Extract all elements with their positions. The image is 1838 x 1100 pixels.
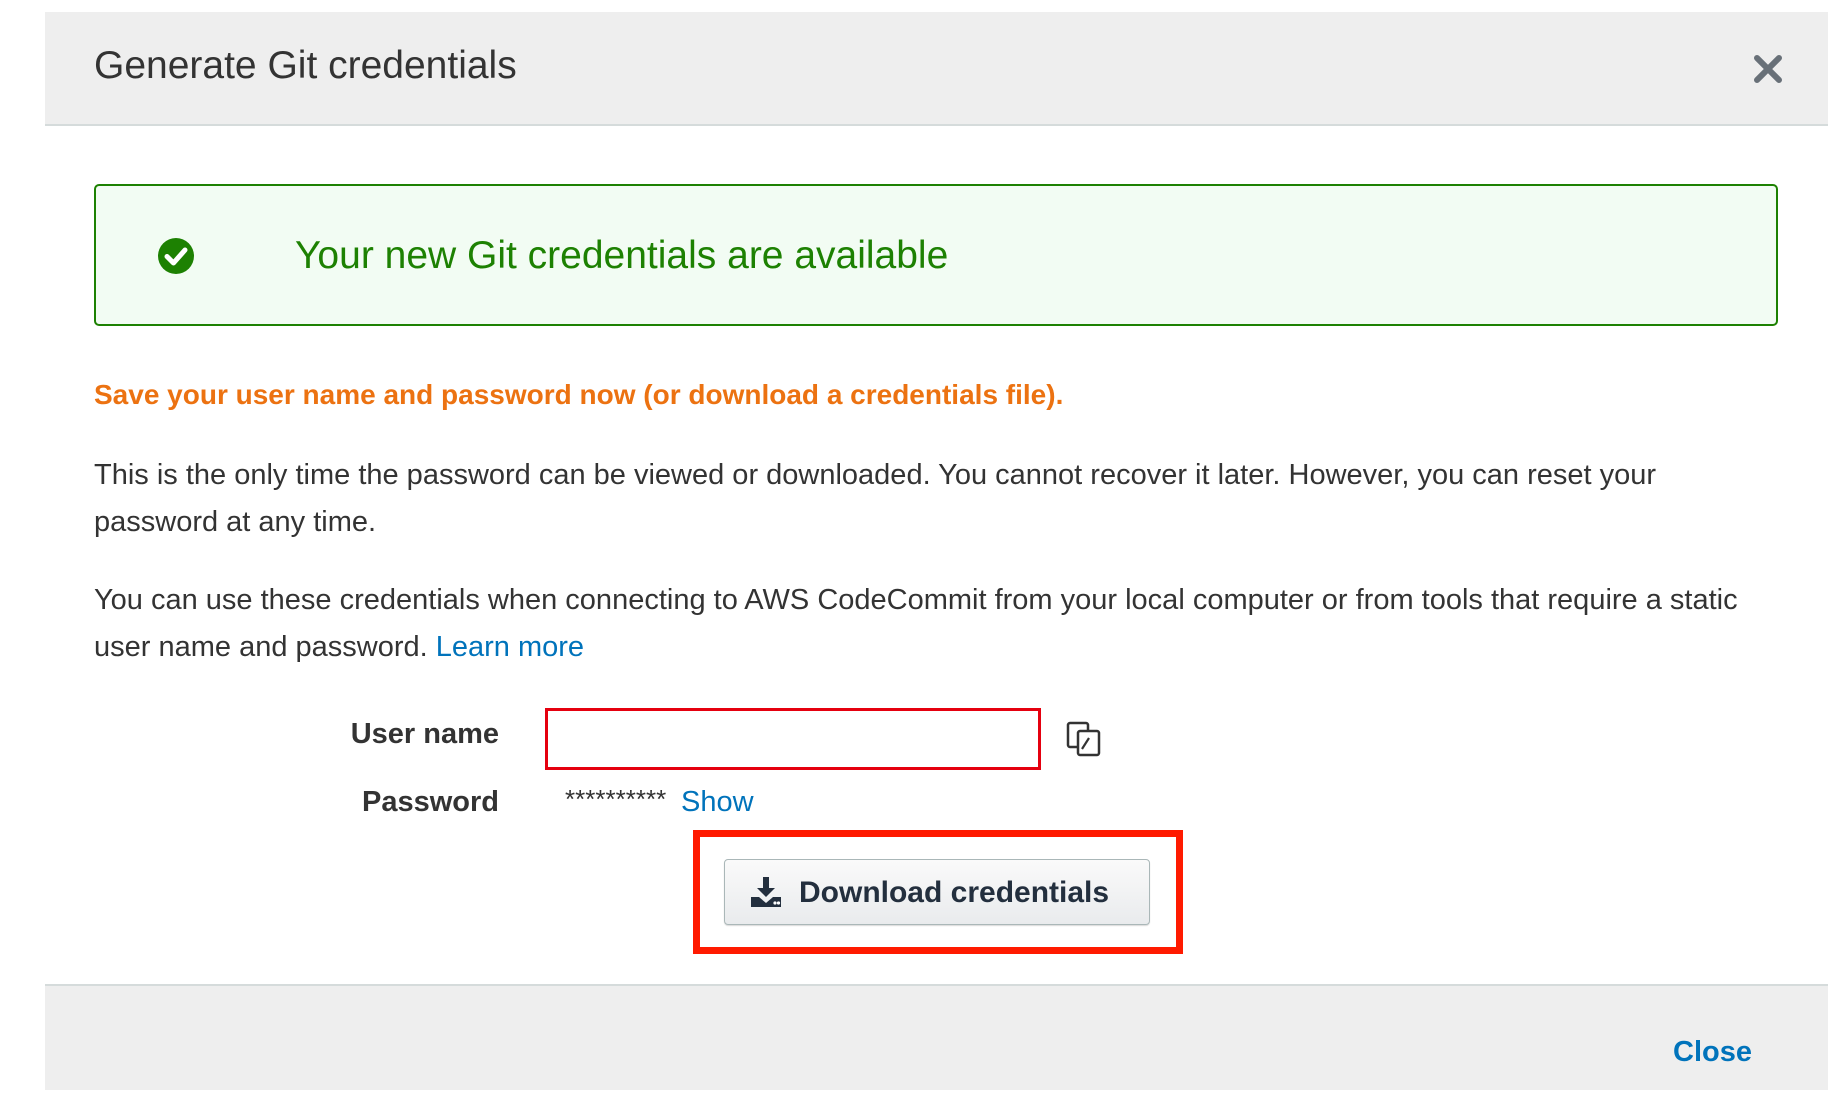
password-info-paragraph: This is the only time the password can b… xyxy=(94,459,1657,538)
user-name-label: User name xyxy=(350,718,499,750)
copy-icon[interactable] xyxy=(1065,720,1103,758)
close-icon[interactable] xyxy=(1751,52,1785,86)
close-button[interactable]: Close xyxy=(1673,1036,1752,1069)
generate-git-credentials-modal: Generate Git credentials Your new Git cr… xyxy=(45,12,1828,1090)
password-label: Password xyxy=(362,786,499,818)
modal-title: Generate Git credentials xyxy=(94,44,517,87)
download-credentials-button[interactable]: Download credentials xyxy=(724,859,1150,925)
success-alert: Your new Git credentials are available xyxy=(94,184,1778,326)
show-password-link[interactable]: Show xyxy=(681,786,754,819)
modal-footer: Close xyxy=(45,984,1828,1090)
password-masked-value: ********** xyxy=(565,784,667,814)
download-icon xyxy=(749,875,783,909)
usage-info-paragraph: You can use these credentials when conne… xyxy=(94,577,1784,671)
modal-header: Generate Git credentials xyxy=(45,12,1828,126)
save-warning: Save your user name and password now (or… xyxy=(94,379,1064,410)
download-button-label: Download credentials xyxy=(799,876,1110,909)
usage-info-text: You can use these credentials when conne… xyxy=(94,584,1738,663)
check-circle-icon xyxy=(157,237,195,275)
learn-more-link[interactable]: Learn more xyxy=(436,631,584,663)
user-name-field[interactable] xyxy=(545,708,1041,770)
alert-message: Your new Git credentials are available xyxy=(295,234,949,277)
